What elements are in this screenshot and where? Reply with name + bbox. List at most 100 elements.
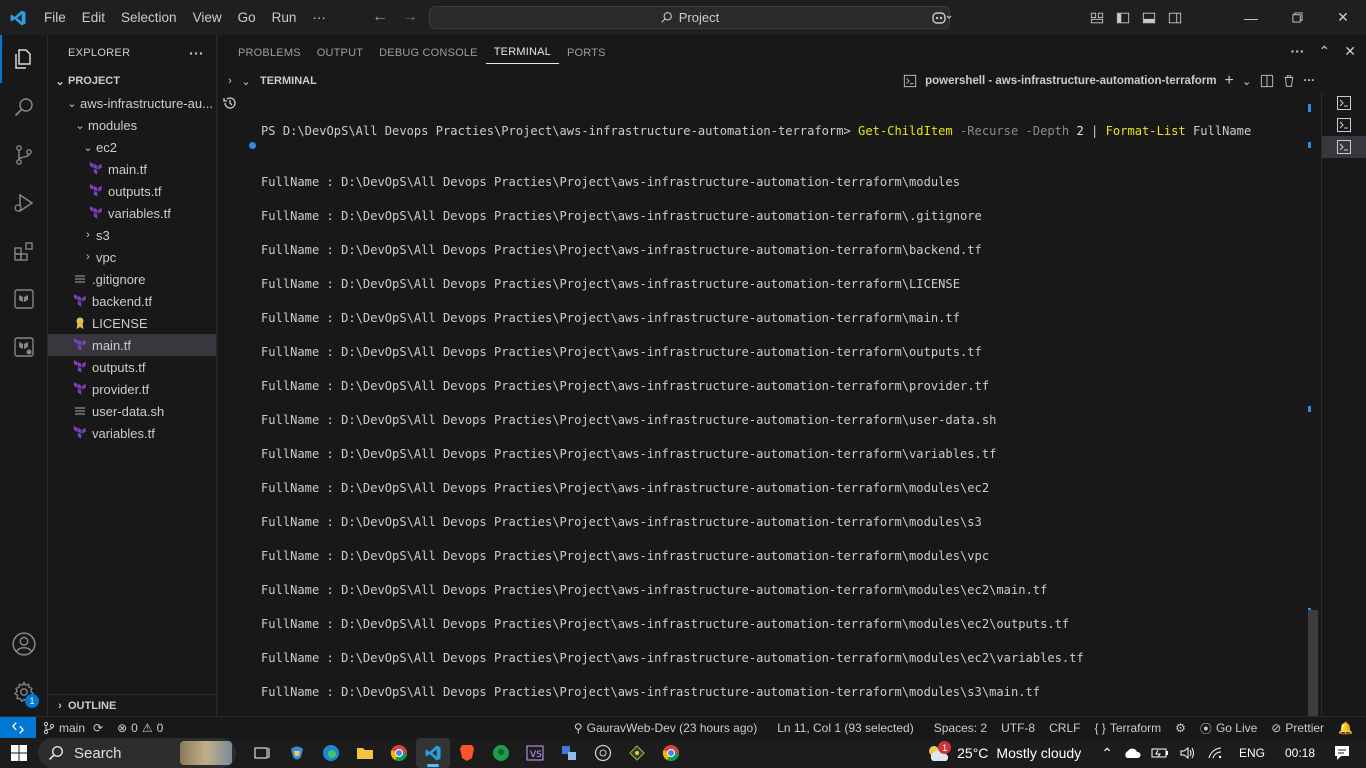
- terminal-scrollbar[interactable]: [1306, 92, 1320, 716]
- minimize-icon[interactable]: —: [1228, 0, 1274, 35]
- explorer-more-icon[interactable]: ···: [189, 45, 204, 61]
- toggle-secondary-sidebar-icon[interactable]: [1162, 0, 1188, 35]
- brave-icon[interactable]: [450, 738, 484, 768]
- git-diamond-icon[interactable]: [620, 738, 654, 768]
- panel-tab-output[interactable]: OUTPUT: [309, 35, 371, 70]
- github-icon[interactable]: [586, 738, 620, 768]
- notification-center-icon[interactable]: [1328, 745, 1356, 761]
- chrome-icon[interactable]: [382, 738, 416, 768]
- taskbar-search[interactable]: Search: [38, 738, 236, 768]
- language-indicator[interactable]: ENG: [1234, 746, 1270, 760]
- command-center-search[interactable]: Project: [429, 6, 950, 29]
- new-terminal-icon[interactable]: +: [1225, 72, 1234, 90]
- line-ending[interactable]: CRLF: [1042, 721, 1087, 735]
- notifications-icon[interactable]: 🔔: [1331, 721, 1360, 735]
- terminal-instance-2-icon[interactable]: [1322, 114, 1366, 136]
- vscode-taskbar-icon[interactable]: [416, 738, 450, 768]
- tree-item-user-data-sh[interactable]: user-data.sh: [48, 400, 216, 422]
- wifi-icon[interactable]: [1202, 746, 1228, 760]
- battery-icon[interactable]: [1146, 747, 1174, 759]
- onedrive-icon[interactable]: [1118, 747, 1146, 759]
- maximize-panel-icon[interactable]: ⌃: [1319, 43, 1331, 60]
- tray-overflow-icon[interactable]: ⌃: [1096, 745, 1118, 762]
- gitkraken-icon[interactable]: [484, 738, 518, 768]
- file-explorer-icon[interactable]: [348, 738, 382, 768]
- clock[interactable]: 00:18: [1280, 746, 1320, 760]
- terminal-more-icon[interactable]: ···: [1304, 75, 1316, 87]
- command-decoration-dot[interactable]: [249, 142, 256, 149]
- tree-item-backend-tf[interactable]: backend.tf: [48, 290, 216, 312]
- tree-item-ec2[interactable]: ⌄ ec2: [48, 136, 216, 158]
- tree-item-variables-tf[interactable]: variables.tf: [48, 202, 216, 224]
- tree-item-main-tf[interactable]: main.tf: [48, 334, 216, 356]
- terminal-output[interactable]: PS D:\DevOpS\All Devops Practies\Project…: [261, 119, 1311, 699]
- task-view-icon[interactable]: [246, 738, 280, 768]
- tree-item-main-tf[interactable]: main.tf: [48, 158, 216, 180]
- outline-section-header[interactable]: › OUTLINE: [48, 694, 217, 716]
- menu-item-run[interactable]: Run: [264, 10, 305, 25]
- run-debug-icon[interactable]: [0, 179, 48, 227]
- tree-item-provider-tf[interactable]: provider.tf: [48, 378, 216, 400]
- indentation[interactable]: Spaces: 2: [927, 721, 994, 735]
- network-tool-icon[interactable]: [552, 738, 586, 768]
- cursor-position[interactable]: Ln 11, Col 1 (93 selected): [770, 721, 921, 735]
- tree-item-vpc[interactable]: › vpc: [48, 246, 216, 268]
- panel-tab-problems[interactable]: PROBLEMS: [230, 35, 309, 70]
- language-mode[interactable]: { } Terraform: [1087, 721, 1168, 735]
- copilot-status-icon[interactable]: ⚙: [1168, 721, 1193, 735]
- panel-tab-debug-console[interactable]: DEBUG CONSOLE: [371, 35, 486, 70]
- tree-item-license[interactable]: LICENSE: [48, 312, 216, 334]
- menu-item-view[interactable]: View: [185, 10, 230, 25]
- source-control-icon[interactable]: [0, 131, 48, 179]
- menu-item-more[interactable]: ···: [304, 10, 334, 25]
- panel-more-icon[interactable]: ···: [1291, 43, 1305, 60]
- tree-item-variables-tf[interactable]: variables.tf: [48, 422, 216, 444]
- accounts-icon[interactable]: [0, 620, 48, 668]
- history-icon[interactable]: [222, 95, 238, 114]
- terraform-cloud-icon[interactable]: [0, 323, 48, 371]
- visual-studio-icon[interactable]: VS: [518, 738, 552, 768]
- restore-icon[interactable]: [1274, 0, 1320, 35]
- terminal-instance-1-icon[interactable]: [1322, 92, 1366, 114]
- manage-gear-icon[interactable]: 1: [0, 668, 48, 716]
- close-panel-icon[interactable]: ✕: [1344, 43, 1356, 60]
- toggle-panel-icon[interactable]: [1136, 0, 1162, 35]
- chevron-down-icon[interactable]: ⌄: [238, 75, 254, 88]
- terminal-shell-label[interactable]: powershell - aws-infrastructure-automati…: [925, 75, 1216, 87]
- forward-arrow-icon[interactable]: →: [402, 8, 418, 26]
- go-live-status[interactable]: ⦿ Go Live: [1193, 720, 1264, 737]
- extensions-icon[interactable]: [0, 227, 48, 275]
- terraform-view-icon[interactable]: [0, 275, 48, 323]
- panel-tab-terminal[interactable]: TERMINAL: [485, 42, 559, 64]
- edge-browser-icon[interactable]: [314, 738, 348, 768]
- kill-terminal-icon[interactable]: [1282, 74, 1296, 88]
- menu-item-selection[interactable]: Selection: [113, 10, 185, 25]
- menu-item-file[interactable]: File: [36, 10, 74, 25]
- volume-icon[interactable]: [1174, 746, 1202, 760]
- git-blame-status[interactable]: ⚲ GauravWeb-Dev (23 hours ago): [567, 721, 764, 735]
- prettier-status[interactable]: ⊘ Prettier: [1264, 721, 1331, 735]
- problems-status[interactable]: ⊗ 0 ⚠ 0: [110, 721, 170, 735]
- sync-icon[interactable]: ⟳: [93, 721, 103, 735]
- panel-tab-ports[interactable]: PORTS: [559, 35, 614, 70]
- encoding[interactable]: UTF-8: [994, 721, 1042, 735]
- tree-item-outputs-tf[interactable]: outputs.tf: [48, 356, 216, 378]
- chevron-right-icon[interactable]: ›: [222, 75, 238, 87]
- copilot-icon[interactable]: [924, 0, 960, 35]
- chrome-profile-icon[interactable]: [654, 738, 688, 768]
- terminal-instance-3-icon[interactable]: [1322, 136, 1366, 158]
- menu-item-edit[interactable]: Edit: [74, 10, 113, 25]
- scrollbar-thumb[interactable]: [1308, 610, 1318, 716]
- tree-item-aws-infrastructure-au[interactable]: ⌄ aws-infrastructure-au...: [48, 92, 216, 114]
- terminal-dropdown-icon[interactable]: ⌄: [1242, 74, 1252, 88]
- remote-indicator-icon[interactable]: [0, 716, 36, 739]
- project-section-header[interactable]: ⌄ PROJECT: [48, 70, 216, 92]
- tree-item-gitignore[interactable]: .gitignore: [48, 268, 216, 290]
- tree-item-outputs-tf[interactable]: outputs.tf: [48, 180, 216, 202]
- customize-layout-icon[interactable]: [1084, 0, 1110, 35]
- copilot-app-icon[interactable]: [280, 738, 314, 768]
- branch-status[interactable]: main ⟳: [36, 721, 110, 735]
- toggle-sidebar-icon[interactable]: [1110, 0, 1136, 35]
- split-terminal-icon[interactable]: [1260, 74, 1274, 88]
- explorer-icon[interactable]: [0, 35, 48, 83]
